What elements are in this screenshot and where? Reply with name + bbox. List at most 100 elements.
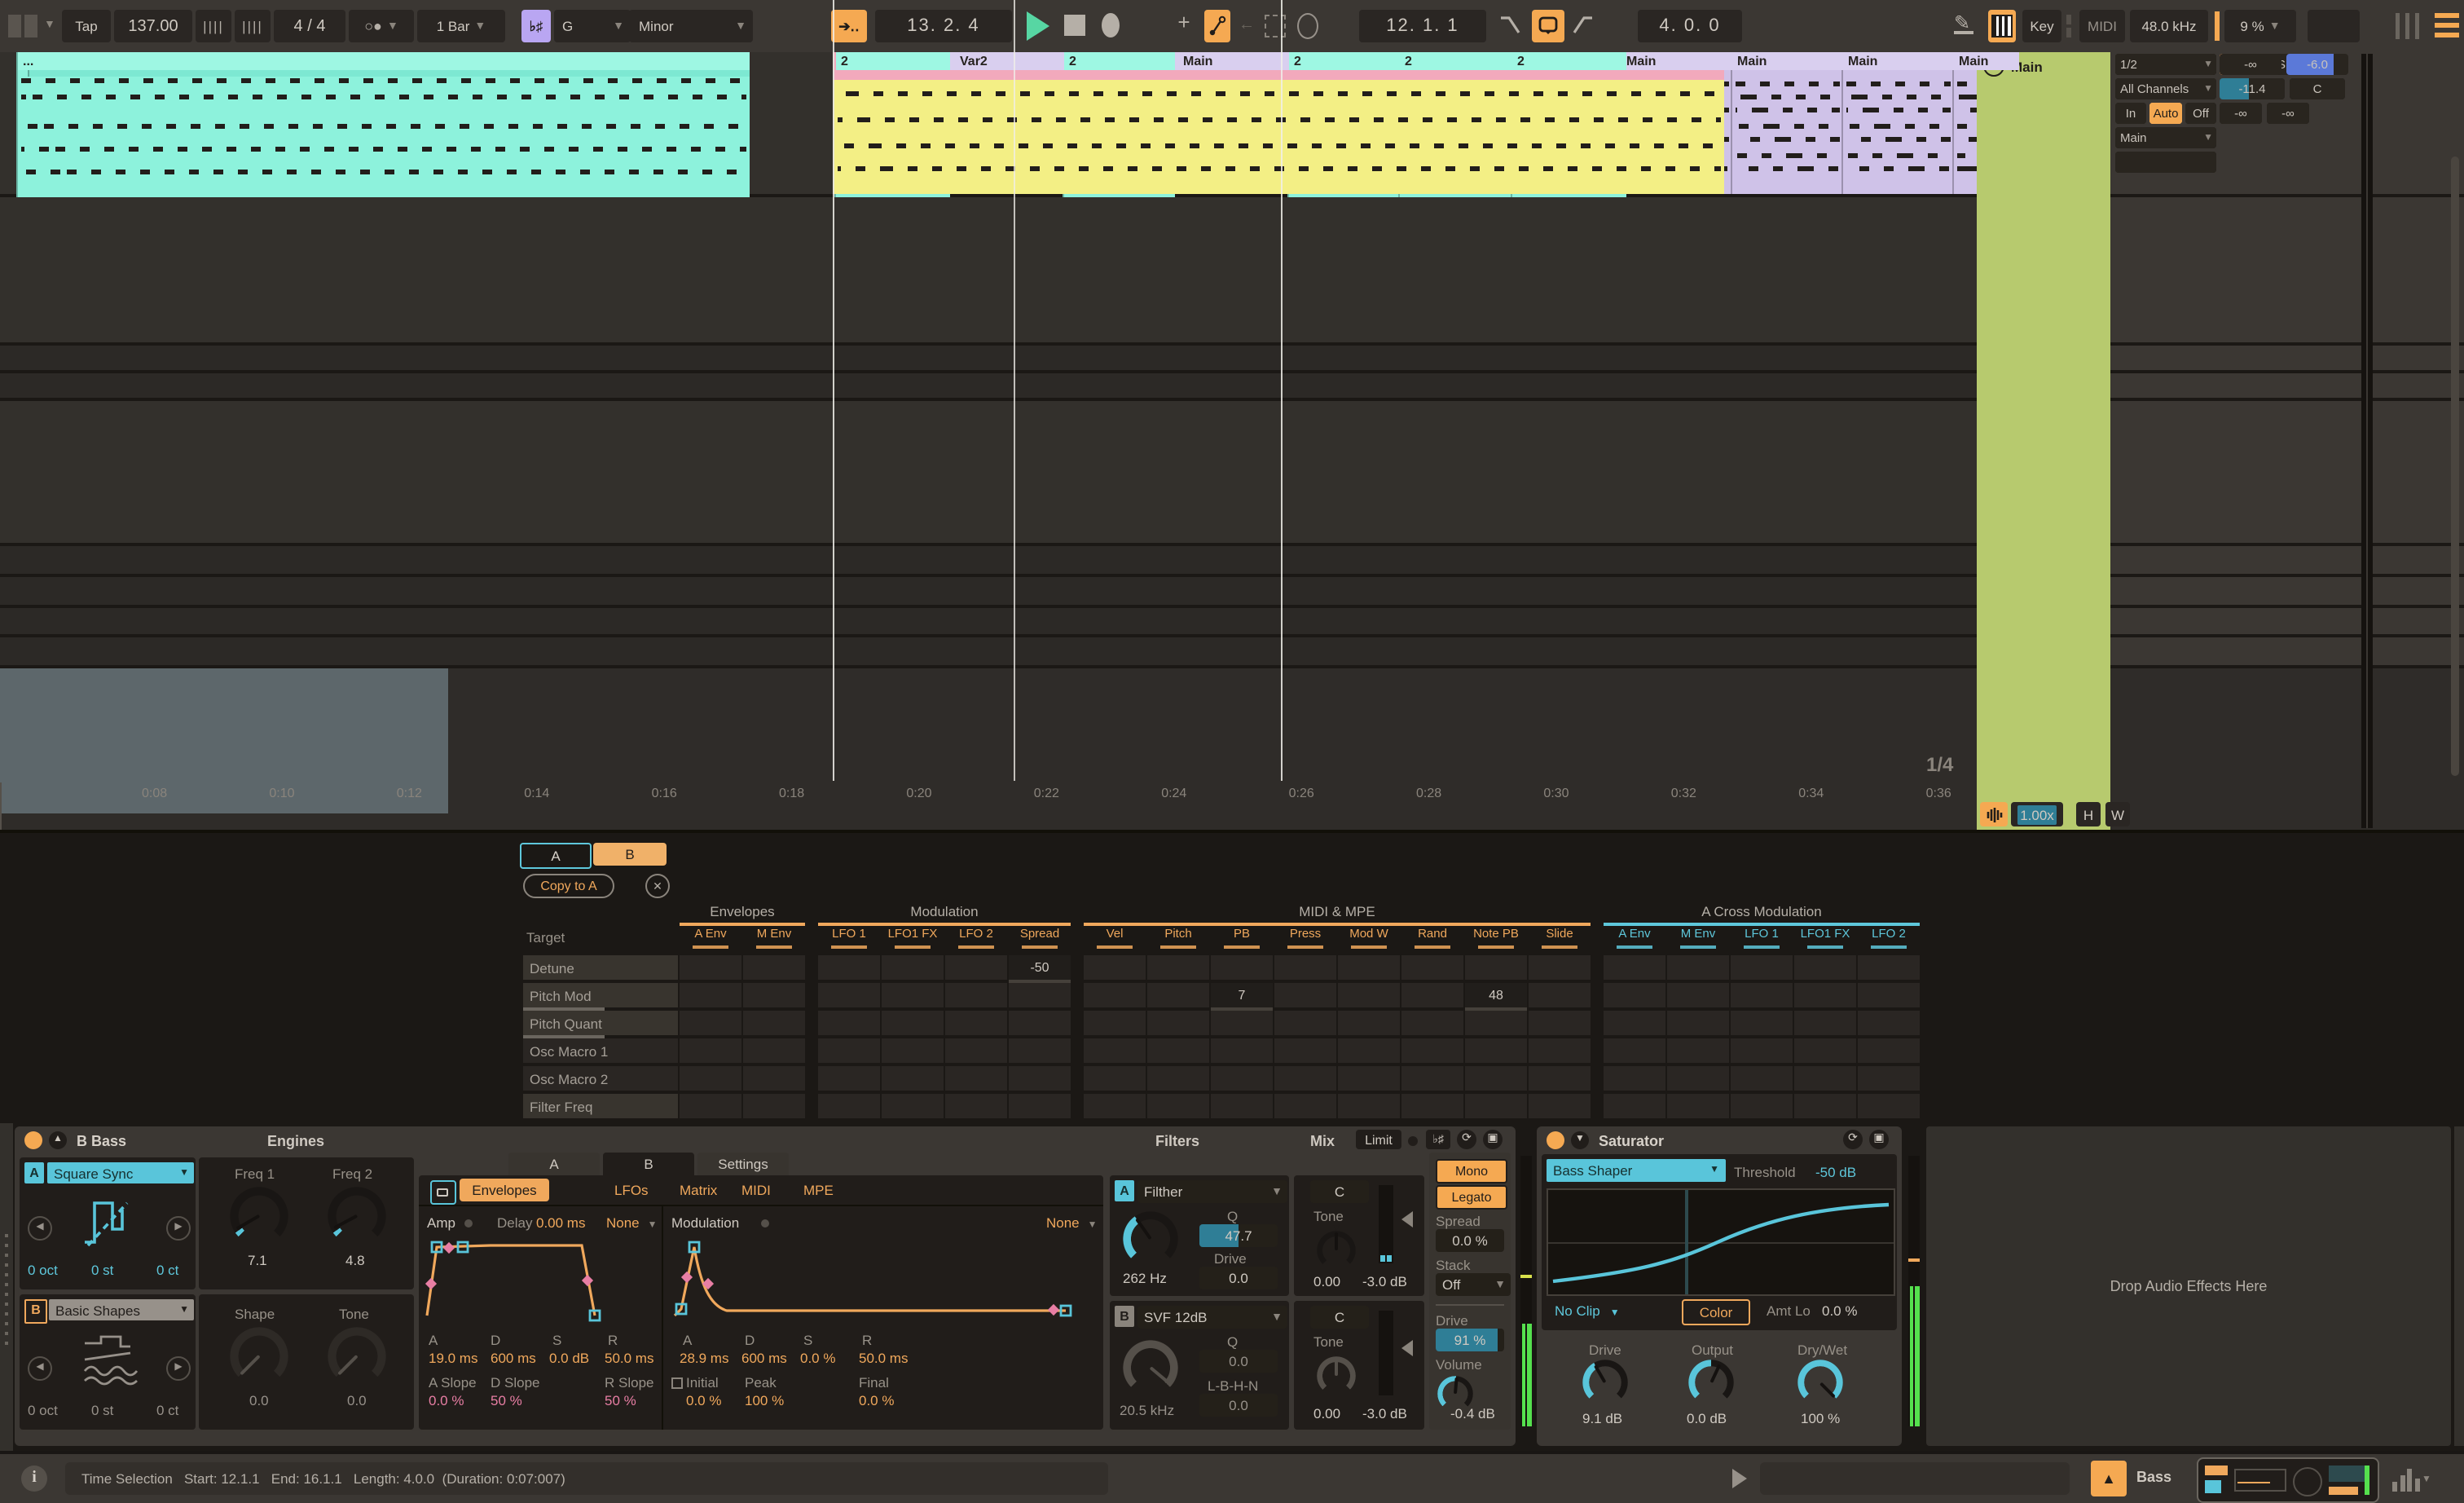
matrix-cell[interactable]: [1147, 1011, 1209, 1035]
track-lane-melody[interactable]: [0, 52, 1977, 546]
matrix-cell[interactable]: [1465, 1066, 1527, 1091]
filter-a-type-menu[interactable]: Filther ▼: [1137, 1180, 1287, 1203]
matrix-cell[interactable]: [1009, 983, 1071, 1007]
matrix-cell[interactable]: [1465, 1038, 1527, 1063]
matrix-cell[interactable]: [1401, 1011, 1463, 1035]
time-ruler[interactable]: 0:08 0:10 0:12 0:14 0:16 0:18 0:20 0:22 0:24 0:26…: [0, 782, 1977, 880]
osc-b-badge[interactable]: B: [24, 1299, 47, 1324]
osc-a-oct[interactable]: 0 oct: [28, 1262, 58, 1278]
matrix-cell[interactable]: [1529, 955, 1591, 980]
time-signature-field[interactable]: 4 / 4: [274, 10, 345, 42]
track-lane-bass[interactable]: ... 2 2 2 2 2: [0, 52, 1977, 346]
matrix-column-header[interactable]: Pitch: [1147, 926, 1209, 941]
matrix-column-header[interactable]: Note PB: [1465, 926, 1527, 941]
amp-r-slope[interactable]: 50 %: [605, 1392, 636, 1408]
saturator-output-value[interactable]: 0.0 dB: [1687, 1410, 1727, 1426]
saturator-drywet-knob[interactable]: [1797, 1360, 1843, 1405]
matrix-column-header[interactable]: Spread: [1009, 926, 1071, 941]
key-map-button[interactable]: Key: [2022, 10, 2061, 42]
osc-b-prev-icon[interactable]: ◀: [28, 1356, 52, 1381]
quantization-menu[interactable]: 1 Bar ▼: [417, 10, 505, 42]
matrix-cell[interactable]: [680, 1066, 741, 1091]
matrix-cell[interactable]: [680, 1011, 741, 1035]
amp-sustain[interactable]: 0.0 dB: [549, 1350, 589, 1366]
matrix-cell[interactable]: [1147, 1094, 1209, 1118]
matrix-cell[interactable]: [1084, 955, 1146, 980]
matrix-cell[interactable]: [1009, 1094, 1071, 1118]
matrix-cell[interactable]: 48: [1465, 983, 1527, 1011]
device-preview-thumbnail[interactable]: [2197, 1457, 2379, 1503]
filter-a-freq[interactable]: 262 Hz: [1123, 1270, 1167, 1286]
playback-speed-field[interactable]: 1.00x: [2011, 802, 2063, 826]
osc-a-st[interactable]: 0 st: [91, 1262, 113, 1278]
track-header-main[interactable]: ▶Main1/2▼-∞-6.0: [1977, 52, 2464, 830]
saturator-title[interactable]: Saturator: [1599, 1133, 1664, 1149]
scale-root-menu[interactable]: G ▼: [554, 10, 631, 42]
matrix-cell[interactable]: [945, 955, 1007, 980]
matrix-cell[interactable]: [1604, 955, 1665, 980]
matrix-cell[interactable]: [1529, 983, 1591, 1007]
draw-pencil-icon[interactable]: ✎: [1954, 11, 1973, 34]
osc-a-wave-menu[interactable]: Square Sync ▼: [47, 1162, 194, 1183]
preview-play-icon[interactable]: [1732, 1469, 1747, 1488]
scale-aware-icon[interactable]: ♭♯: [1426, 1130, 1450, 1149]
scale-name-menu[interactable]: Minor ▼: [629, 10, 753, 42]
matrix-column-header[interactable]: LFO 1: [1731, 926, 1793, 941]
matrix-cell[interactable]: [1211, 1011, 1273, 1035]
saturator-drive-knob[interactable]: [1582, 1360, 1628, 1405]
matrix-cell[interactable]: [1731, 1066, 1793, 1091]
matrix-cell[interactable]: [1338, 983, 1400, 1007]
amp-decay[interactable]: 600 ms: [491, 1350, 536, 1366]
amp-delay-value[interactable]: 0.00 ms: [536, 1214, 586, 1231]
matrix-row-label[interactable]: Detune: [523, 955, 678, 980]
osc-a-ct[interactable]: 0 ct: [156, 1262, 178, 1278]
track-lane-breverb[interactable]: [0, 608, 1977, 637]
matrix-cell[interactable]: [1529, 1094, 1591, 1118]
hot-swap-icon[interactable]: ⟳: [1457, 1130, 1476, 1149]
matrix-cell[interactable]: [818, 1038, 880, 1063]
matrix-cell[interactable]: [1731, 983, 1793, 1007]
mod-final[interactable]: 0.0 %: [859, 1392, 895, 1408]
amp-attack[interactable]: 19.0 ms: [429, 1350, 478, 1366]
arrangement-position-field[interactable]: 13. 2. 4: [875, 10, 1012, 42]
info-icon[interactable]: i: [21, 1466, 47, 1492]
legato-button[interactable]: Legato: [1436, 1185, 1507, 1210]
device-title[interactable]: B Bass: [77, 1133, 126, 1149]
matrix-cell[interactable]: [1274, 1011, 1336, 1035]
mix-a-pan[interactable]: C: [1310, 1180, 1369, 1203]
menu-hamburger-icon[interactable]: [2435, 13, 2459, 37]
osc-b-oct[interactable]: 0 oct: [28, 1402, 58, 1418]
saturator-save-icon[interactable]: ▣: [1869, 1130, 1889, 1149]
matrix-cell[interactable]: [882, 983, 944, 1007]
matrix-cell[interactable]: [1338, 1094, 1400, 1118]
freq2-value[interactable]: 4.8: [345, 1252, 365, 1268]
matrix-cell[interactable]: [1731, 1011, 1793, 1035]
matrix-cell[interactable]: [1338, 1066, 1400, 1091]
matrix-cell[interactable]: [818, 1011, 880, 1035]
track-lane-adelay[interactable]: [0, 577, 1977, 608]
matrix-cell[interactable]: [1604, 983, 1665, 1007]
matrix-cell[interactable]: [743, 1011, 805, 1035]
saturator-hot-swap-icon[interactable]: ⟳: [1843, 1130, 1863, 1149]
matrix-row-label[interactable]: Osc Macro 1: [523, 1038, 678, 1063]
matrix-column-header[interactable]: Rand: [1401, 926, 1463, 941]
device-scroll-strip[interactable]: [2454, 1126, 2464, 1446]
shape-knob[interactable]: [230, 1327, 288, 1386]
tab-settings[interactable]: Settings: [697, 1153, 789, 1175]
matrix-row-label[interactable]: Pitch Mod: [523, 983, 678, 1007]
matrix-column-header[interactable]: A Env: [1604, 926, 1665, 941]
matrix-cell[interactable]: [1274, 1038, 1336, 1063]
matrix-cell[interactable]: [1401, 983, 1463, 1007]
matrix-cell[interactable]: -50: [1009, 955, 1071, 983]
matrix-cell[interactable]: [1147, 1038, 1209, 1063]
matrix-column-header[interactable]: LFO1 FX: [1794, 926, 1856, 941]
device-drop-zone[interactable]: Drop Audio Effects Here: [1926, 1126, 2451, 1446]
matrix-cell[interactable]: [1529, 1011, 1591, 1035]
matrix-cell[interactable]: [1667, 1038, 1729, 1063]
amp-envelope-graph[interactable]: [422, 1237, 650, 1322]
loop-start-field[interactable]: 12. 1. 1: [1359, 10, 1486, 42]
matrix-cell[interactable]: [1858, 1011, 1920, 1035]
mod-sustain[interactable]: 0.0 %: [800, 1350, 836, 1366]
threshold-value[interactable]: -50 dB: [1815, 1164, 1856, 1180]
osc-b-next-icon[interactable]: ▶: [166, 1356, 191, 1381]
